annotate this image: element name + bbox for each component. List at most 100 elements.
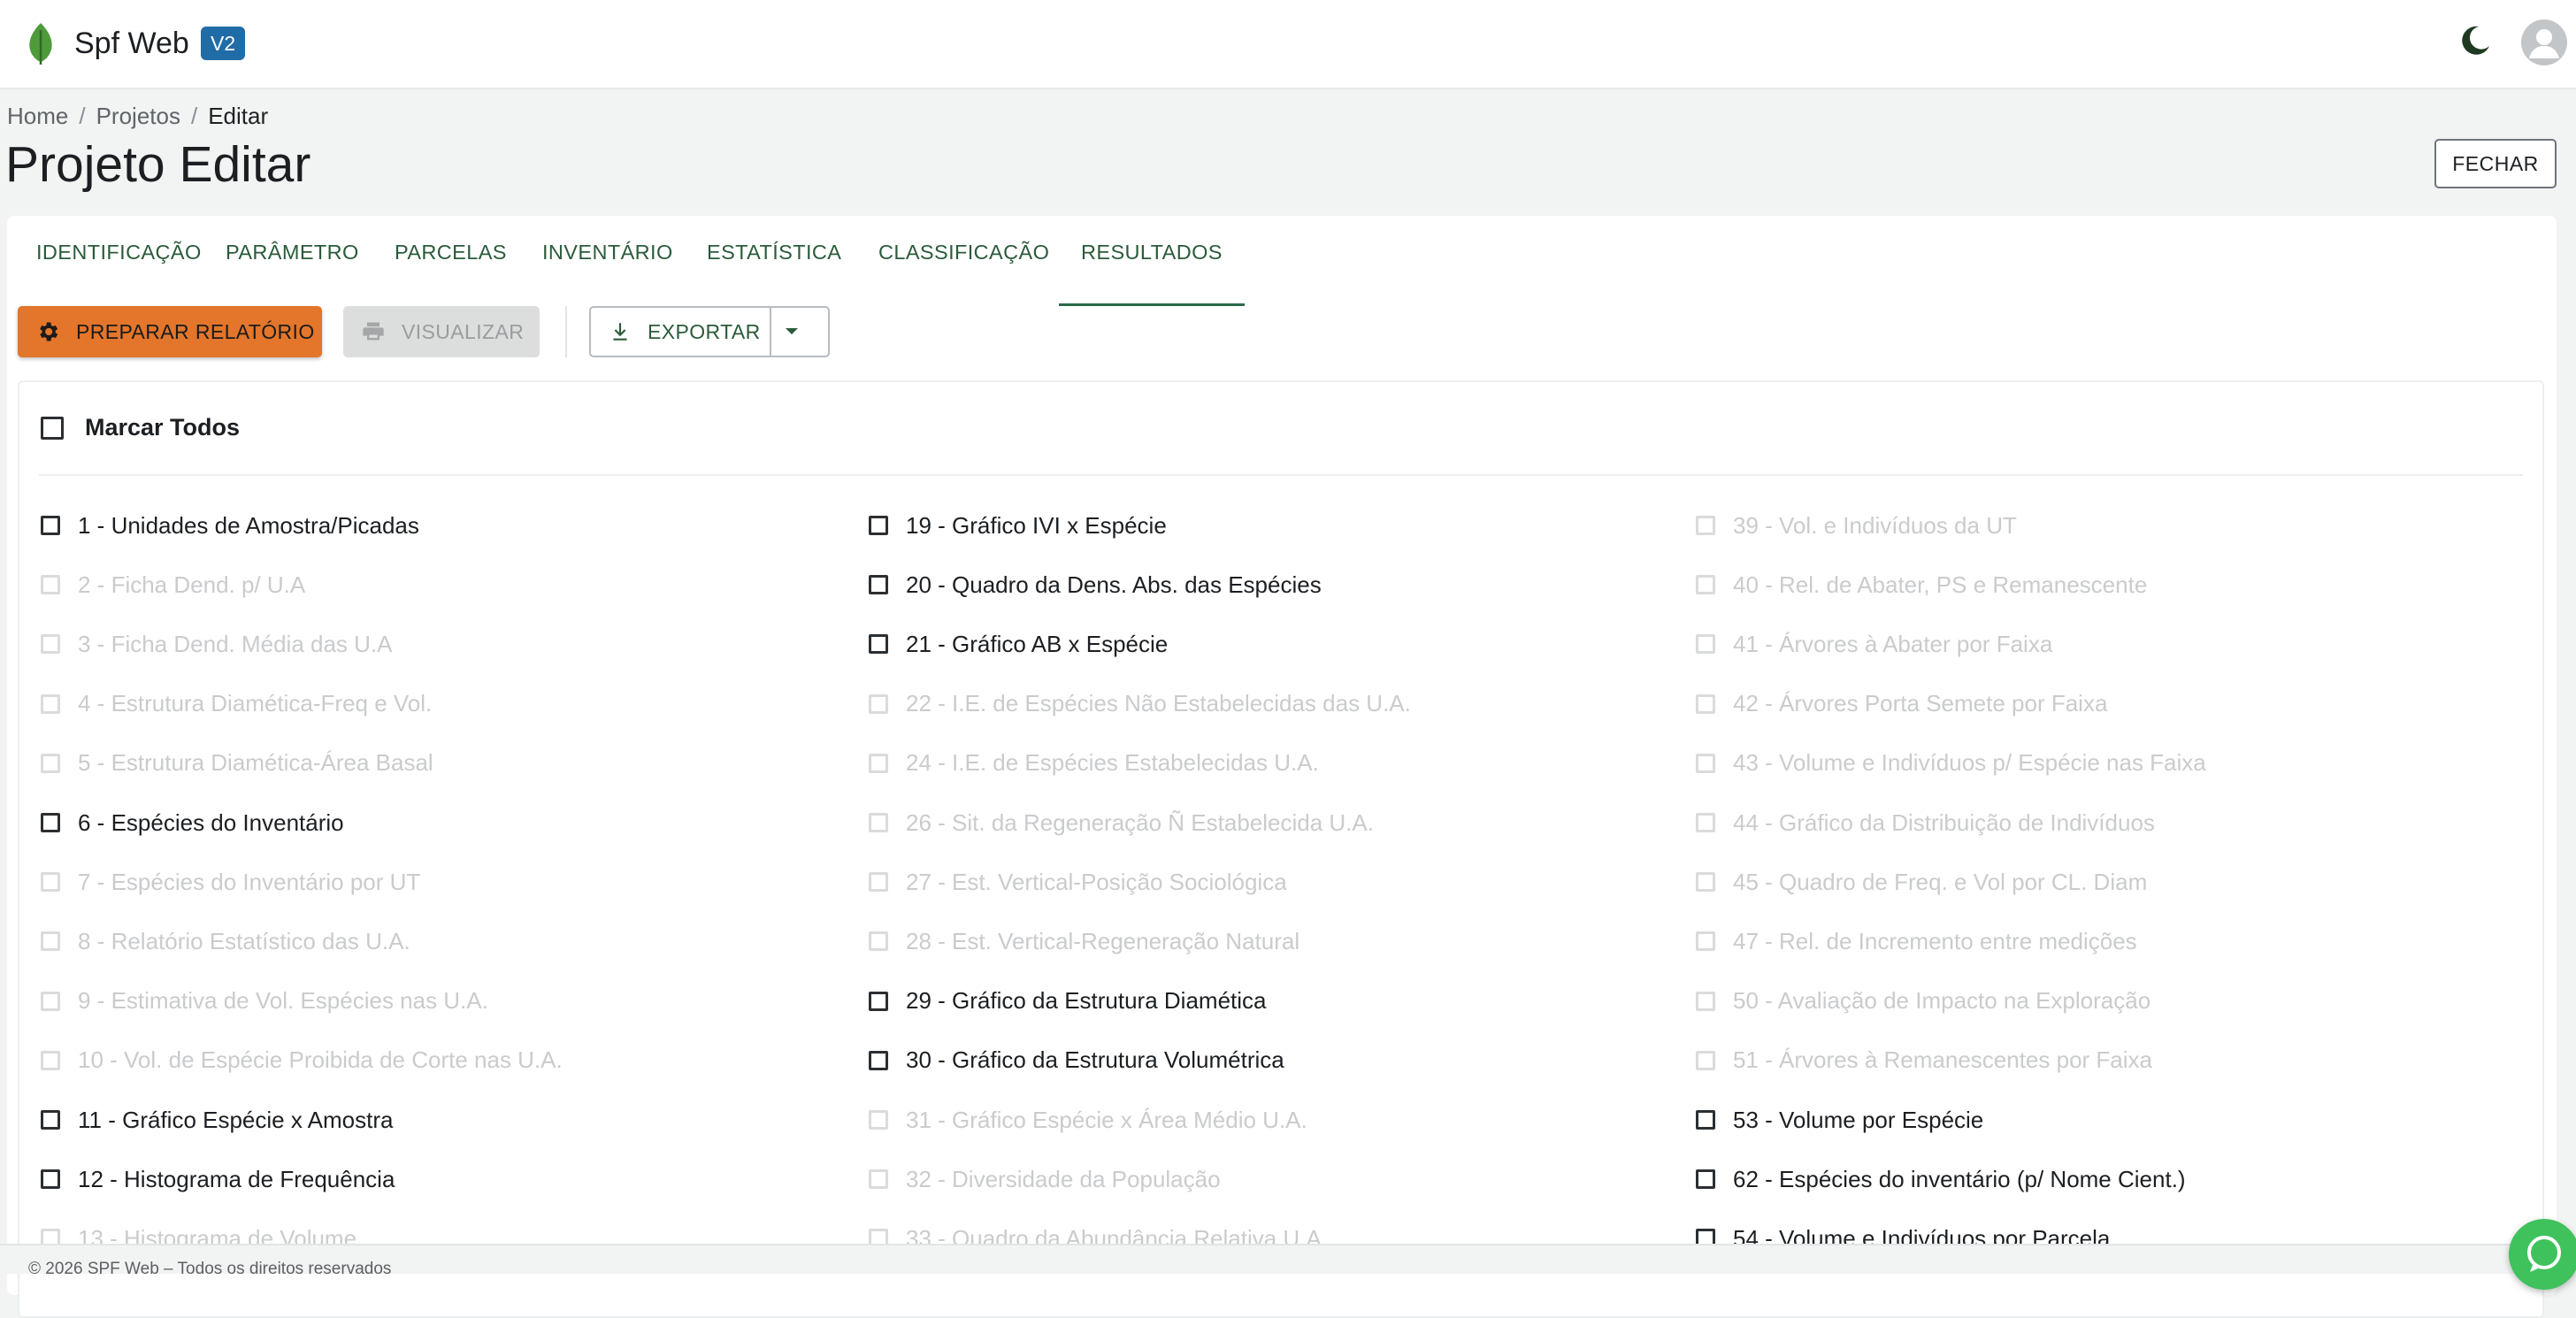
whatsapp-button[interactable]: [2509, 1219, 2576, 1290]
report-item[interactable]: 12 - Histograma de Frequência: [41, 1161, 395, 1197]
export-button[interactable]: EXPORTAR: [589, 306, 771, 357]
report-label: 30 - Gráfico da Estrutura Volumétrica: [906, 1046, 1284, 1074]
app-title[interactable]: Spf Web: [74, 23, 189, 64]
report-item[interactable]: 11 - Gráfico Espécie x Amostra: [41, 1102, 393, 1138]
report-checkbox: [1696, 813, 1715, 832]
export-label: EXPORTAR: [648, 319, 761, 343]
report-item: 4 - Estrutura Diamética-Freq e Vol.: [41, 686, 432, 722]
report-checkbox[interactable]: [869, 516, 888, 535]
report-item: 5 - Estrutura Diamética-Área Basal: [41, 746, 433, 781]
tab-estatistica[interactable]: ESTATÍSTICA: [685, 237, 863, 283]
whatsapp-icon: [2527, 1236, 2561, 1272]
report-label: 10 - Vol. de Espécie Proibida de Corte n…: [78, 1046, 563, 1074]
project-card: IDENTIFICAÇÃO PARÂMETRO PARCELAS INVENTÁ…: [7, 216, 2557, 1318]
report-item: 8 - Relatório Estatístico das U.A.: [41, 923, 410, 959]
breadcrumb-home[interactable]: Home: [7, 103, 68, 129]
report-checkbox[interactable]: [869, 575, 888, 595]
footer: © 2026 SPF Web – Todos os direitos reser…: [0, 1244, 2576, 1278]
prepare-report-label: PREPARAR RELATÓRIO: [76, 319, 315, 343]
user-avatar[interactable]: [2521, 19, 2567, 65]
report-checkbox[interactable]: [1696, 1110, 1715, 1130]
report-item[interactable]: 19 - Gráfico IVI x Espécie: [869, 508, 1167, 543]
report-item[interactable]: 29 - Gráfico da Estrutura Diamética: [869, 984, 1267, 1019]
report-label: 20 - Quadro da Dens. Abs. das Espécies: [906, 571, 1322, 598]
prepare-report-button[interactable]: PREPARAR RELATÓRIO: [18, 306, 322, 357]
report-label: 51 - Árvores à Remanescentes por Faixa: [1733, 1046, 2152, 1074]
tab-inventario[interactable]: INVENTÁRIO: [520, 237, 695, 283]
report-item: 39 - Vol. e Indivíduos da UT: [1696, 508, 2017, 543]
report-label: 27 - Est. Vertical-Posição Sociológica: [906, 868, 1287, 895]
report-checkbox: [41, 693, 60, 714]
report-label: 62 - Espécies do inventário (p/ Nome Cie…: [1733, 1165, 2186, 1192]
report-item[interactable]: 6 - Espécies do Inventário: [41, 805, 344, 840]
report-checkbox[interactable]: [41, 813, 60, 832]
select-all-checkbox[interactable]: [41, 416, 64, 440]
report-checkbox: [41, 931, 60, 952]
footer-text: © 2026 SPF Web – Todos os direitos reser…: [28, 1260, 392, 1278]
report-item[interactable]: 1 - Unidades de Amostra/Picadas: [41, 508, 419, 543]
report-label: 1 - Unidades de Amostra/Picadas: [78, 511, 419, 539]
report-checkbox[interactable]: [869, 1050, 888, 1070]
list-divider: [39, 474, 2523, 476]
breadcrumb-separator: /: [190, 103, 198, 129]
tab-bar: IDENTIFICAÇÃO PARÂMETRO PARCELAS INVENTÁ…: [7, 216, 2557, 306]
report-label: 47 - Rel. de Incremento entre medições: [1733, 927, 2137, 954]
report-label: 9 - Estimativa de Vol. Espécies nas U.A.: [78, 987, 488, 1015]
report-item: 41 - Árvores à Abater por Faixa: [1696, 626, 2052, 662]
tab-parcelas[interactable]: PARCELAS: [372, 237, 529, 283]
report-checkbox[interactable]: [41, 1110, 60, 1130]
report-list-panel: Marcar Todos 1 - Unidades de Amostra/Pic…: [18, 380, 2544, 1318]
moon-icon[interactable]: [2457, 23, 2493, 58]
report-item: 10 - Vol. de Espécie Proibida de Corte n…: [41, 1043, 563, 1078]
report-item: 32 - Diversidade da População: [869, 1161, 1221, 1197]
report-label: 4 - Estrutura Diamética-Freq e Vol.: [78, 690, 433, 717]
report-checkbox: [1696, 931, 1715, 952]
breadcrumb-projects[interactable]: Projetos: [96, 103, 180, 129]
report-checkbox: [1696, 693, 1715, 714]
select-all-row[interactable]: Marcar Todos: [41, 414, 240, 441]
report-label: 3 - Ficha Dend. Média das U.A: [78, 630, 393, 657]
report-item: 43 - Volume e Indivíduos p/ Espécie nas …: [1696, 746, 2206, 781]
report-checkbox[interactable]: [41, 516, 60, 535]
report-label: 21 - Gráfico AB x Espécie: [906, 630, 1169, 657]
report-checkbox: [41, 753, 60, 773]
select-all-label: Marcar Todos: [85, 414, 241, 441]
report-label: 50 - Avaliação de Impacto na Exploração: [1733, 987, 2151, 1015]
report-item: 50 - Avaliação de Impacto na Exploração: [1696, 984, 2150, 1019]
breadcrumb: Home / Projetos / Editar: [7, 101, 268, 131]
report-checkbox: [1696, 575, 1715, 595]
tab-classificacao[interactable]: CLASSIFICAÇÃO: [856, 237, 1071, 283]
tab-parametro[interactable]: PARÂMETRO: [203, 237, 381, 283]
tab-identificacao[interactable]: IDENTIFICAÇÃO: [14, 237, 224, 283]
report-checkbox: [41, 872, 60, 893]
report-label: 43 - Volume e Indivíduos p/ Espécie nas …: [1733, 749, 2206, 777]
breadcrumb-separator: /: [79, 103, 86, 129]
report-checkbox[interactable]: [41, 1169, 60, 1190]
report-item[interactable]: 53 - Volume por Espécie: [1696, 1102, 1983, 1138]
top-bar: Spf Web V2: [0, 0, 2576, 89]
report-checkbox[interactable]: [1696, 1169, 1715, 1190]
report-item[interactable]: 21 - Gráfico AB x Espécie: [869, 626, 1168, 662]
report-checkbox: [41, 991, 60, 1011]
report-label: 32 - Diversidade da População: [906, 1165, 1221, 1192]
report-item[interactable]: 20 - Quadro da Dens. Abs. das Espécies: [869, 567, 1322, 602]
report-checkbox[interactable]: [869, 991, 888, 1011]
report-label: 42 - Árvores Porta Semete por Faixa: [1733, 690, 2108, 717]
report-item[interactable]: 62 - Espécies do inventário (p/ Nome Cie…: [1696, 1161, 2186, 1197]
export-menu-button[interactable]: [770, 306, 830, 357]
leaf-icon[interactable]: [23, 21, 58, 65]
report-item[interactable]: 30 - Gráfico da Estrutura Volumétrica: [869, 1043, 1284, 1078]
report-checkbox[interactable]: [869, 634, 888, 655]
report-checkbox: [1696, 1050, 1715, 1070]
gear-icon: [40, 322, 58, 341]
user-icon: [2529, 29, 2559, 58]
report-item: 27 - Est. Vertical-Posição Sociológica: [869, 864, 1287, 900]
report-label: 45 - Quadro de Freq. e Vol por CL. Diam: [1733, 868, 2148, 895]
report-label: 31 - Gráfico Espécie x Área Médio U.A.: [906, 1106, 1307, 1133]
print-icon: [363, 322, 384, 341]
report-item: 47 - Rel. de Incremento entre medições: [1696, 923, 2137, 959]
tab-resultados[interactable]: RESULTADOS: [1059, 237, 1245, 306]
breadcrumb-current: Editar: [208, 103, 269, 129]
report-checkbox: [1696, 991, 1715, 1011]
close-button[interactable]: FECHAR: [2434, 139, 2557, 188]
